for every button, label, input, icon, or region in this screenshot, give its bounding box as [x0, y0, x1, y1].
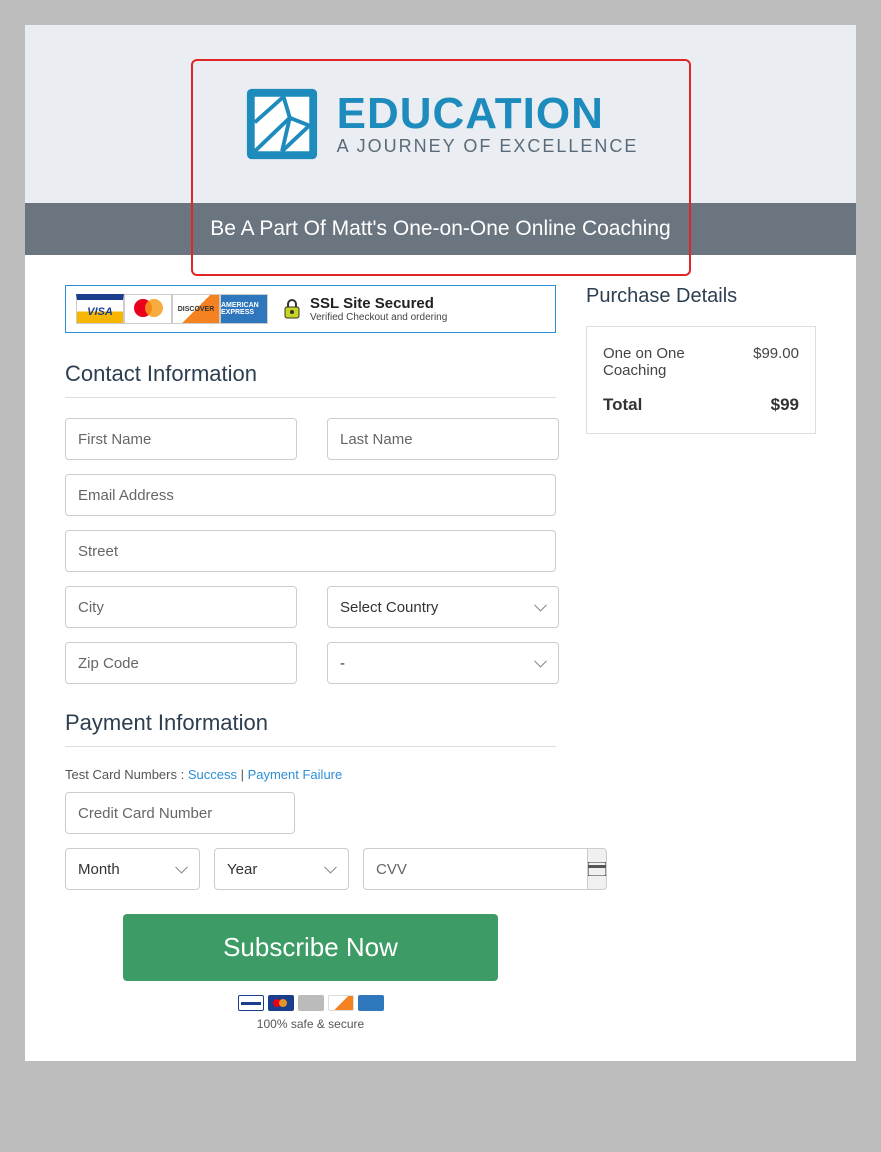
payment-heading: Payment Information [65, 710, 556, 736]
contact-heading: Contact Information [65, 361, 556, 387]
first-name-input[interactable] [65, 418, 297, 460]
mastercard-icon [124, 294, 172, 324]
header-top: EDUCATION A JOURNEY OF EXCELLENCE [25, 25, 856, 203]
item-price: $99.00 [753, 345, 799, 379]
purchase-title: Purchase Details [586, 285, 816, 308]
accepted-cards: VISA DISCOVER AMERICAN EXPRESS [76, 294, 268, 324]
ssl-box: VISA DISCOVER AMERICAN EXPRESS SSL Site … [65, 285, 556, 333]
divider [65, 397, 556, 398]
cc-number-input[interactable] [65, 792, 295, 834]
exp-month-select[interactable]: Month [65, 848, 200, 890]
test-cards-line: Test Card Numbers : Success | Payment Fa… [65, 767, 556, 782]
test-failure-link[interactable]: Payment Failure [248, 767, 343, 782]
banner-text: Be A Part Of Matt's One-on-One Online Co… [210, 217, 670, 240]
logo: EDUCATION A JOURNEY OF EXCELLENCE [25, 35, 856, 203]
total-label: Total [603, 395, 642, 415]
discover-icon [328, 995, 354, 1011]
logo-subtitle: A JOURNEY OF EXCELLENCE [337, 136, 639, 157]
visa-icon: VISA [76, 294, 124, 324]
subscribe-button[interactable]: Subscribe Now [123, 914, 498, 981]
state-select[interactable]: - [327, 642, 559, 684]
country-select[interactable]: Select Country [327, 586, 559, 628]
footer-secure-text: 100% safe & secure [65, 1017, 556, 1031]
header: EDUCATION A JOURNEY OF EXCELLENCE Be A P… [25, 25, 856, 255]
last-name-input[interactable] [327, 418, 559, 460]
divider [65, 746, 556, 747]
item-name: One on One Coaching [603, 345, 743, 379]
footer-card-icons [65, 995, 556, 1011]
total-value: $99 [771, 395, 799, 415]
test-success-link[interactable]: Success [188, 767, 237, 782]
lock-icon [280, 297, 304, 321]
form-column: VISA DISCOVER AMERICAN EXPRESS SSL Site … [65, 285, 556, 1031]
visa-icon [238, 995, 264, 1011]
amex-icon: AMERICAN EXPRESS [220, 294, 268, 324]
ssl-title: SSL Site Secured [310, 295, 447, 312]
logo-icon [243, 85, 321, 163]
exp-year-select[interactable]: Year [214, 848, 349, 890]
cvv-input[interactable] [363, 848, 587, 890]
email-input[interactable] [65, 474, 556, 516]
checkout-page: EDUCATION A JOURNEY OF EXCELLENCE Be A P… [25, 25, 856, 1061]
banner: Be A Part Of Matt's One-on-One Online Co… [25, 203, 856, 255]
city-input[interactable] [65, 586, 297, 628]
mastercard-icon [268, 995, 294, 1011]
discover-icon: DISCOVER [172, 294, 220, 324]
generic-card-icon [298, 995, 324, 1011]
zip-input[interactable] [65, 642, 297, 684]
logo-title: EDUCATION [337, 92, 639, 136]
amex-icon [358, 995, 384, 1011]
street-input[interactable] [65, 530, 556, 572]
ssl-sub: Verified Checkout and ordering [310, 312, 447, 323]
purchase-column: Purchase Details One on One Coaching $99… [586, 285, 816, 1031]
purchase-box: One on One Coaching $99.00 Total $99 [586, 326, 816, 434]
